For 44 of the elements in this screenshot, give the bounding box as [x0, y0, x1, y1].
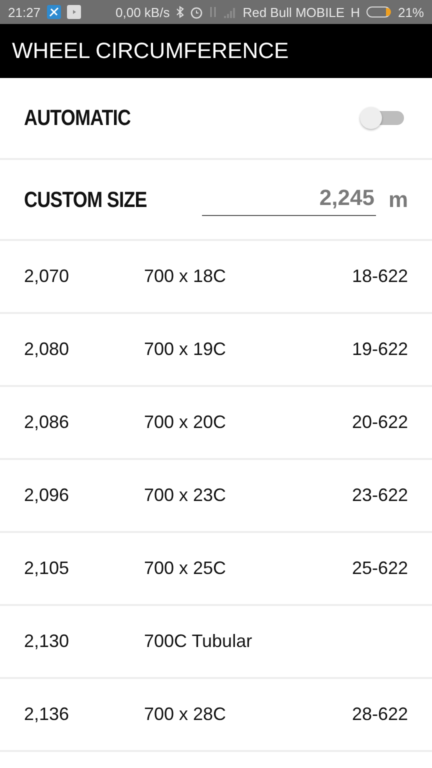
custom-size-field[interactable]: 2,245 — [202, 183, 376, 216]
automatic-toggle[interactable] — [360, 107, 404, 129]
unit-label: m — [388, 186, 408, 212]
etrto-size: 23-622 — [352, 485, 408, 505]
wheel-size-row[interactable]: 2,086 700 x 20C 20-622 — [0, 387, 432, 460]
etrto-size: 28-622 — [352, 704, 408, 724]
wheel-size-row[interactable]: 2,136 700 x 28C 28-622 — [0, 679, 432, 752]
wheel-size-row[interactable]: 2,096 700 x 23C 23-622 — [0, 460, 432, 533]
tire-size: 700 x 18C — [144, 266, 226, 286]
network-type: H — [350, 4, 360, 20]
etrto-size: 25-622 — [352, 558, 408, 578]
app-icon — [46, 5, 61, 19]
wheel-size-row[interactable]: 2,130 700C Tubular — [0, 606, 432, 679]
circumference-value: 2,086 — [24, 412, 70, 432]
circumference-value: 2,070 — [24, 266, 70, 286]
network-speed: 0,00 kB/s — [116, 4, 170, 20]
battery-percent: 21% — [398, 4, 424, 20]
wheel-size-row[interactable]: 2,105 700 x 25C 25-622 — [0, 533, 432, 606]
bluetooth-icon — [176, 6, 184, 18]
status-time: 21:27 — [8, 4, 41, 20]
circumference-value: 2,130 — [24, 631, 70, 651]
tire-size: 700 x 28C — [144, 704, 226, 724]
etrto-size: 20-622 — [352, 412, 408, 432]
signal-icon — [222, 6, 237, 18]
circumference-value: 2,136 — [24, 704, 70, 724]
battery-icon — [366, 6, 392, 18]
wheel-size-row[interactable]: 2,070 700 x 18C 18-622 — [0, 241, 432, 314]
wheel-size-row[interactable]: 2,080 700 x 19C 19-622 — [0, 314, 432, 387]
play-icon — [66, 5, 81, 19]
tire-size: 700 x 25C — [144, 558, 226, 578]
circumference-value: 2,096 — [24, 485, 70, 505]
alarm-icon — [190, 6, 203, 18]
tire-size: 700C Tubular — [144, 631, 252, 651]
custom-size-label: CUSTOM SIZE — [24, 186, 148, 212]
etrto-size: 18-622 — [352, 266, 408, 286]
circumference-value: 2,080 — [24, 339, 70, 359]
screen-title: WHEEL CIRCUMFERENCE — [12, 38, 289, 64]
circumference-value: 2,105 — [24, 558, 70, 578]
tire-size: 700 x 19C — [144, 339, 226, 359]
carrier-name: Red Bull MOBILE — [242, 4, 345, 20]
tire-size: 700 x 20C — [144, 412, 226, 432]
automatic-label: AUTOMATIC — [24, 105, 131, 131]
tire-size: 700 x 23C — [144, 485, 226, 505]
etrto-size: 19-622 — [352, 339, 408, 359]
